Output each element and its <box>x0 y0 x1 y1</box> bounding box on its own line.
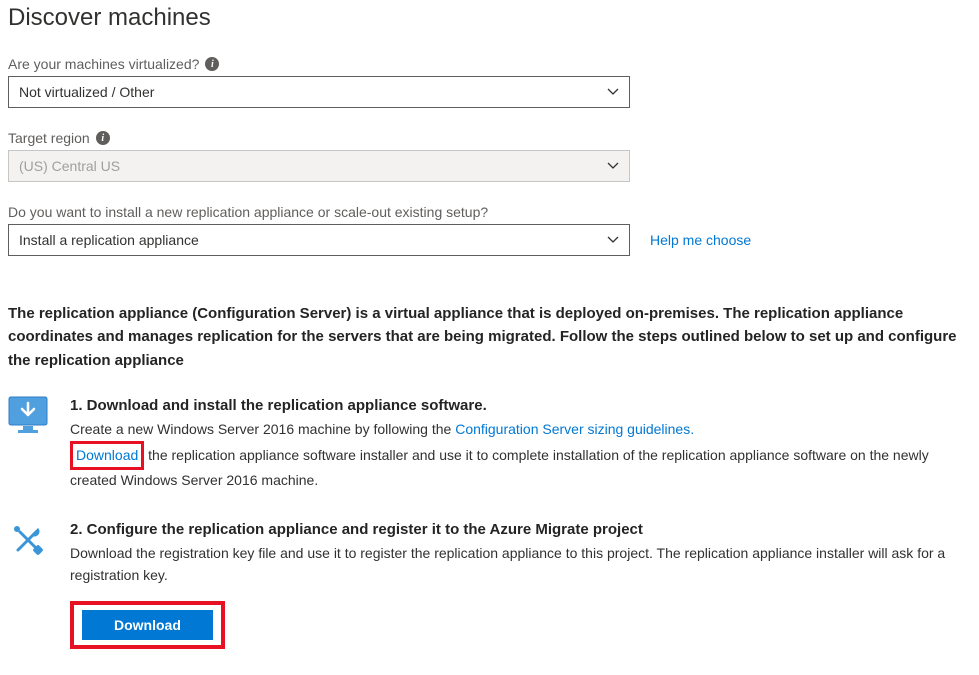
step-1: 1. Download and install the replication … <box>8 394 971 492</box>
chevron-down-icon <box>607 88 619 96</box>
chevron-down-icon <box>607 162 619 170</box>
step-1-title: 1. Download and install the replication … <box>70 394 971 417</box>
region-select: (US) Central US <box>8 150 630 182</box>
tools-icon <box>8 518 48 649</box>
info-icon[interactable]: i <box>205 57 219 71</box>
download-link[interactable]: Download <box>76 447 138 463</box>
step-1-text: Create a new Windows Server 2016 machine… <box>70 419 971 492</box>
intro-text: The replication appliance (Configuration… <box>8 278 971 394</box>
region-field: Target region i (US) Central US <box>8 130 971 182</box>
virtualized-field: Are your machines virtualized? i Not vir… <box>8 56 971 108</box>
download-button-highlight: Download <box>70 601 225 649</box>
chevron-down-icon <box>607 236 619 244</box>
info-icon[interactable]: i <box>96 131 110 145</box>
region-label: Target region i <box>8 130 971 146</box>
help-me-choose-link[interactable]: Help me choose <box>650 232 751 248</box>
virtualized-select[interactable]: Not virtualized / Other <box>8 76 630 108</box>
appliance-select[interactable]: Install a replication appliance <box>8 224 630 256</box>
download-button[interactable]: Download <box>82 610 213 640</box>
appliance-label: Do you want to install a new replication… <box>8 204 971 220</box>
step-2: 2. Configure the replication appliance a… <box>8 518 971 649</box>
sizing-guidelines-link[interactable]: Configuration Server sizing guidelines. <box>455 421 694 437</box>
step-2-text: Download the registration key file and u… <box>70 543 971 586</box>
download-icon <box>8 394 48 492</box>
appliance-field: Do you want to install a new replication… <box>8 204 971 256</box>
step-2-title: 2. Configure the replication appliance a… <box>70 518 971 541</box>
page-title: Discover machines <box>8 0 971 56</box>
virtualized-label: Are your machines virtualized? i <box>8 56 971 72</box>
